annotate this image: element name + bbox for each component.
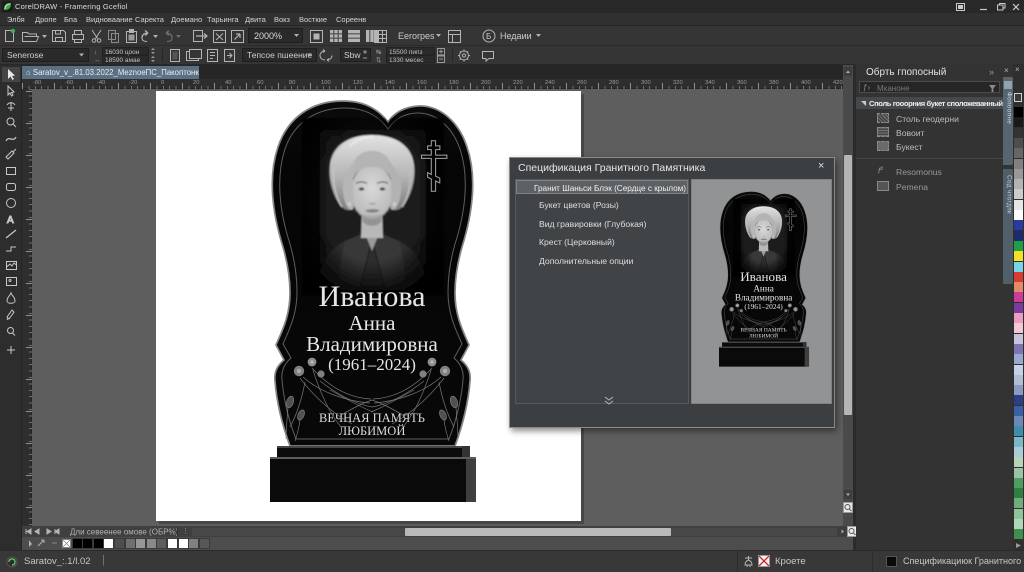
svg-text:1330 месес: 1330 месес — [389, 57, 424, 64]
svg-text:15500 пипз: 15500 пипз — [389, 49, 423, 56]
svg-text:Дли севеенее омове (ОБР%): Дли севеенее омове (ОБР%) — [70, 528, 179, 537]
svg-text:↹: ↹ — [376, 49, 382, 56]
svg-text:↔: ↔ — [94, 57, 101, 64]
svg-text:Б: Б — [486, 32, 491, 41]
svg-text:16030 цоон: 16030 цоон — [105, 49, 140, 56]
svg-text:Sbw: Sbw — [344, 50, 361, 60]
svg-text:2000%: 2000% — [254, 31, 282, 41]
svg-text:Тепсое пшеение: Тепсое пшеение — [247, 50, 313, 60]
svg-text:Недаии: Недаии — [500, 31, 532, 41]
svg-text:Senerose: Senerose — [7, 50, 44, 60]
svg-text:A: A — [7, 215, 14, 226]
svg-text:⇅: ⇅ — [376, 57, 382, 64]
svg-text:↕: ↕ — [94, 49, 97, 56]
svg-text:18590 амае: 18590 амае — [105, 57, 141, 64]
svg-text:Eerorpes: Eerorpes — [398, 31, 435, 41]
